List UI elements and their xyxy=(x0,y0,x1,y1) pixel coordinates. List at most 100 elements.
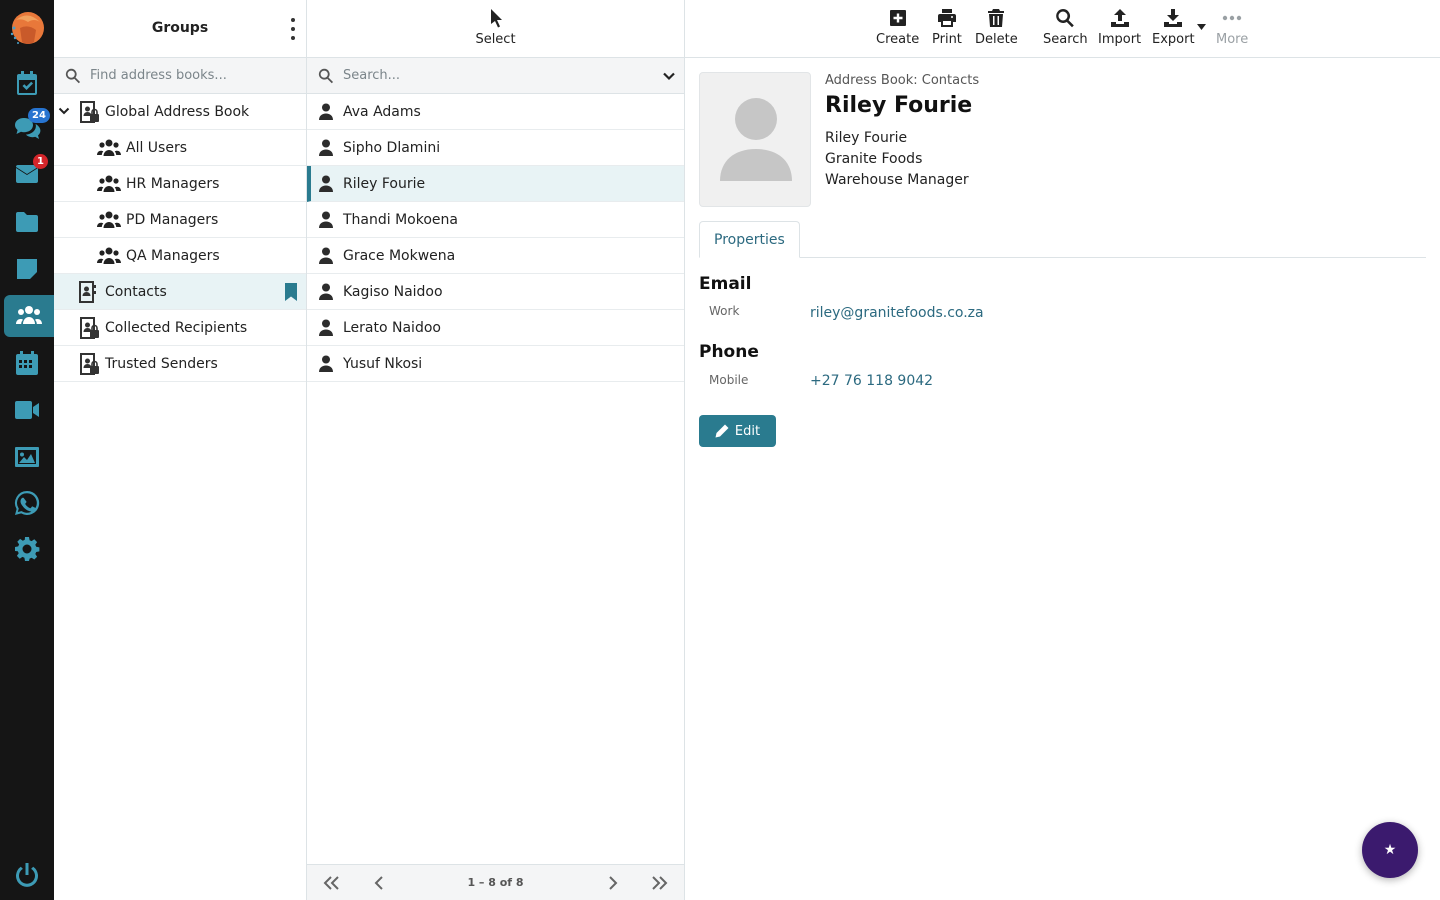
app-logo-icon[interactable] xyxy=(6,8,48,50)
files-icon xyxy=(16,212,38,232)
tree-label: Collected Recipients xyxy=(105,320,248,336)
rail-calendar[interactable] xyxy=(4,342,50,384)
contact-row[interactable]: Sipho Dlamini xyxy=(307,130,684,166)
tree-group-qa-managers[interactable]: QA Managers xyxy=(54,238,306,274)
search-icon xyxy=(318,68,334,84)
rail-video[interactable] xyxy=(4,389,50,431)
notes-icon xyxy=(17,259,37,279)
chevron-right-icon xyxy=(609,876,618,890)
groups-header: Groups xyxy=(54,0,306,58)
addressbook-icon xyxy=(79,281,96,303)
delete-label: Delete xyxy=(975,32,1018,47)
power-icon xyxy=(16,863,38,887)
pagination-bar: 1 – 8 of 8 xyxy=(307,864,684,900)
contact-search-input[interactable] xyxy=(307,58,684,93)
contact-name: Riley Fourie xyxy=(343,176,426,192)
delete-button[interactable]: Delete xyxy=(975,8,1018,47)
export-dropdown-caret-icon[interactable] xyxy=(1197,24,1206,30)
app-rail: 24 1 xyxy=(0,0,54,900)
contact-display-name: Riley Fourie xyxy=(825,93,973,118)
import-button[interactable]: Import xyxy=(1098,8,1141,47)
contact-row-selected[interactable]: Riley Fourie xyxy=(307,166,684,202)
contact-row[interactable]: Thandi Mokoena xyxy=(307,202,684,238)
more-label: More xyxy=(1216,32,1249,47)
import-label: Import xyxy=(1098,32,1142,47)
contacts-list-panel: Select Ava Adams Sipho Dlamini Riley Fou… xyxy=(307,0,685,900)
contact-search xyxy=(307,58,684,94)
rail-photos[interactable] xyxy=(4,436,50,478)
tab-properties[interactable]: Properties xyxy=(699,221,800,258)
search-button[interactable]: Search xyxy=(1043,8,1088,47)
contact-name: Sipho Dlamini xyxy=(343,140,441,156)
next-page-button[interactable] xyxy=(603,875,621,891)
group-icon xyxy=(97,175,121,192)
addressbook-lock-icon xyxy=(80,317,99,339)
bookmark-icon[interactable] xyxy=(284,283,298,301)
contact-full-name: Riley Fourie xyxy=(825,130,908,146)
calendar-icon xyxy=(16,351,38,375)
contact-row[interactable]: Grace Mokwena xyxy=(307,238,684,274)
tree-contacts[interactable]: Contacts xyxy=(54,274,306,310)
contact-row[interactable]: Yusuf Nkosi xyxy=(307,346,684,382)
video-icon xyxy=(15,401,39,419)
contact-company: Granite Foods xyxy=(825,151,923,167)
person-icon xyxy=(319,319,333,336)
groups-menu-icon[interactable] xyxy=(288,18,298,40)
contact-detail-panel: Create Print Delete Search Import Export… xyxy=(685,0,1440,900)
more-button[interactable]: More xyxy=(1216,8,1248,47)
create-button[interactable]: Create xyxy=(876,8,919,47)
rail-files[interactable] xyxy=(4,201,50,243)
download-icon xyxy=(1164,9,1183,27)
rail-logout[interactable] xyxy=(4,854,50,896)
person-icon xyxy=(319,355,333,372)
last-page-button[interactable] xyxy=(650,875,668,891)
assistant-fab-button[interactable]: ★ xyxy=(1362,822,1418,878)
print-button[interactable]: Print xyxy=(932,8,962,47)
tree-label: All Users xyxy=(126,140,188,156)
star-icon: ★ xyxy=(1383,842,1397,858)
tree-group-pd-managers[interactable]: PD Managers xyxy=(54,202,306,238)
person-icon xyxy=(319,211,333,228)
edit-label: Edit xyxy=(734,423,761,439)
tree-label: HR Managers xyxy=(126,176,220,192)
rail-whatsapp[interactable] xyxy=(4,482,50,524)
tree-group-all-users[interactable]: All Users xyxy=(54,130,306,166)
contact-photo[interactable] xyxy=(699,72,811,207)
group-icon xyxy=(97,211,121,228)
addressbook-lock-icon xyxy=(80,101,99,123)
rail-notes[interactable] xyxy=(4,248,50,290)
contact-row[interactable]: Lerato Naidoo xyxy=(307,310,684,346)
contact-name: Lerato Naidoo xyxy=(343,320,441,336)
email-heading: Email xyxy=(699,274,752,294)
rail-mail[interactable]: 1 xyxy=(4,153,50,195)
contact-row[interactable]: Kagiso Naidoo xyxy=(307,274,684,310)
tree-global-address-book[interactable]: Global Address Book xyxy=(54,94,306,130)
rail-tasks[interactable] xyxy=(4,62,50,104)
double-chevron-right-icon xyxy=(652,876,668,890)
search-options-chevron-icon[interactable] xyxy=(662,69,676,83)
tree-group-hr-managers[interactable]: HR Managers xyxy=(54,166,306,202)
contact-name: Grace Mokwena xyxy=(343,248,456,264)
tree-trusted-senders[interactable]: Trusted Senders xyxy=(54,346,306,382)
search-icon xyxy=(1056,9,1075,28)
addressbook-search-input[interactable] xyxy=(54,58,306,93)
tree-label: Global Address Book xyxy=(105,104,250,120)
edit-button[interactable]: Edit xyxy=(699,415,776,447)
select-button[interactable]: Select xyxy=(307,8,684,47)
addressbook-lock-icon xyxy=(80,353,99,375)
settings-icon xyxy=(15,537,40,561)
tree-label: QA Managers xyxy=(126,248,220,264)
contact-row[interactable]: Ava Adams xyxy=(307,94,684,130)
phone-type-label: Mobile xyxy=(709,373,749,387)
export-button[interactable]: Export xyxy=(1152,8,1195,47)
rail-settings[interactable] xyxy=(4,528,50,570)
tree-collected-recipients[interactable]: Collected Recipients xyxy=(54,310,306,346)
ellipsis-icon xyxy=(1222,15,1242,21)
pencil-icon xyxy=(715,424,729,438)
chevron-down-icon[interactable] xyxy=(58,105,70,117)
rail-contacts[interactable] xyxy=(4,295,54,337)
email-link[interactable]: riley@granitefoods.co.za xyxy=(810,305,984,321)
contacts-icon xyxy=(16,306,42,324)
phone-link[interactable]: +27 76 118 9042 xyxy=(810,373,933,389)
rail-chat[interactable]: 24 xyxy=(4,107,50,149)
